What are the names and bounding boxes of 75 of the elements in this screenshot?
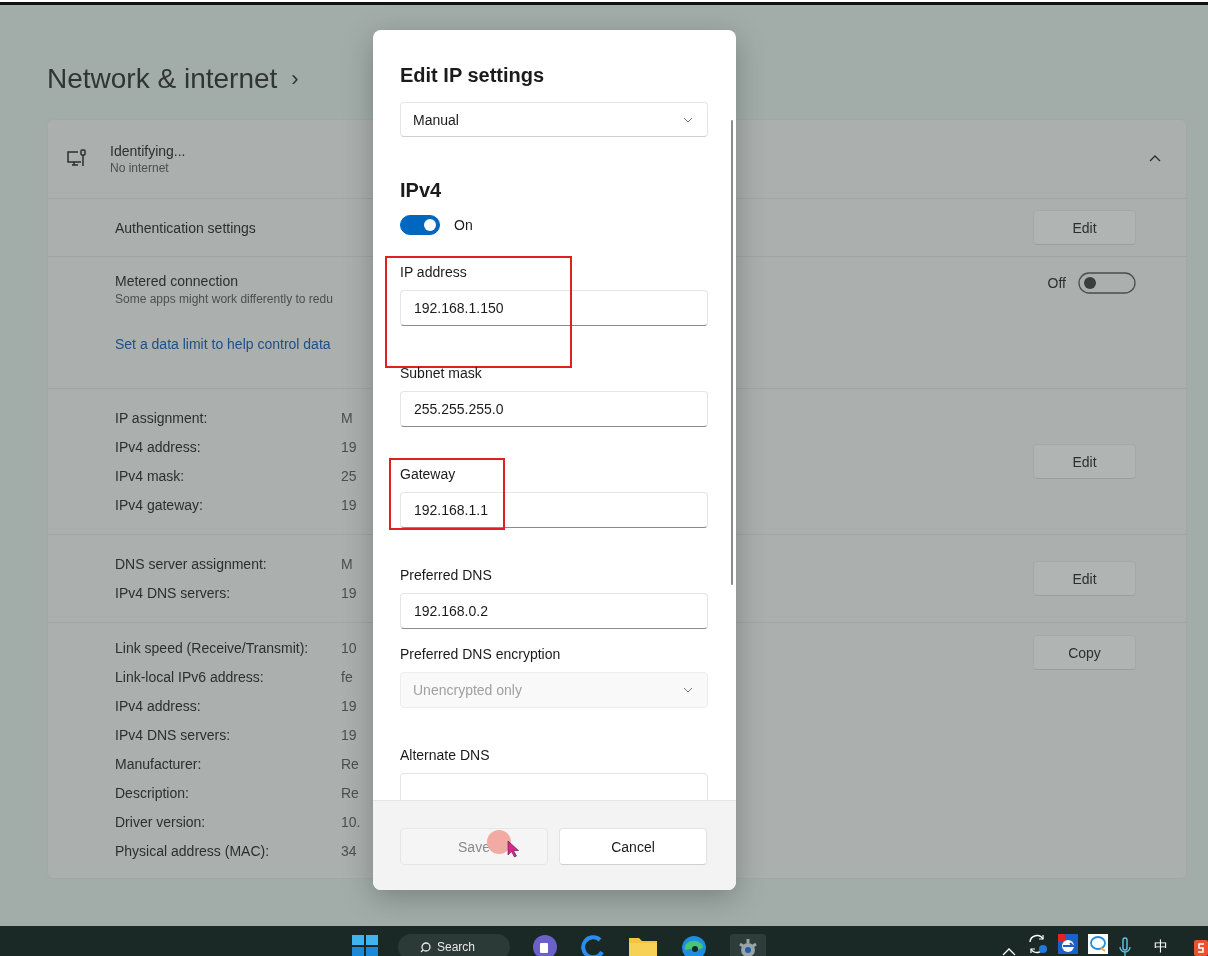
search-icon	[420, 941, 431, 953]
mode-dropdown[interactable]: Manual	[400, 102, 708, 137]
edit-button[interactable]: Edit	[1033, 444, 1136, 479]
property-value: 25	[341, 467, 357, 486]
property-label: Manufacturer:	[115, 755, 202, 774]
windows-logo-icon[interactable]	[352, 934, 378, 956]
property-value: 10.	[341, 813, 361, 832]
property-label: Driver version:	[115, 813, 206, 832]
property-label: Description:	[115, 784, 189, 803]
property-value: M	[341, 409, 353, 428]
toggle-switch[interactable]	[1078, 272, 1136, 294]
field-label: Gateway	[400, 465, 457, 484]
dialog-title: Edit IP settings	[400, 63, 546, 88]
property-value: fe	[341, 668, 353, 687]
network-status: No internet	[110, 161, 170, 175]
field-label: Preferred DNS encryption	[400, 645, 562, 664]
breadcrumb-chevron: ›	[291, 66, 299, 92]
property-value: 19	[341, 584, 357, 603]
cancel-button[interactable]: Cancel	[559, 828, 707, 865]
property-value: 19	[341, 438, 357, 457]
edit-button[interactable]: Edit	[1033, 210, 1136, 245]
caret-icon	[683, 116, 693, 123]
edit-button[interactable]: Edit	[1033, 561, 1136, 596]
toggle-switch[interactable]	[400, 215, 440, 235]
property-value: M	[341, 555, 353, 574]
page-title: Network & internet	[47, 63, 278, 95]
toggle-state-label: Off	[1047, 275, 1066, 291]
copy-button[interactable]: Copy	[1033, 635, 1136, 670]
chat-bubble-icon[interactable]	[1088, 934, 1108, 954]
property-value: 34	[341, 842, 357, 861]
property-value: 19	[341, 726, 357, 745]
input-field[interactable]: 255.255.255.0	[400, 391, 708, 427]
property-label: DNS server assignment:	[115, 555, 267, 574]
property-label: Link speed (Receive/Transmit):	[115, 639, 309, 658]
sync-icon[interactable]	[1026, 934, 1048, 954]
chat-app-icon[interactable]	[532, 934, 558, 956]
scrollbar-thumb[interactable]	[731, 120, 733, 585]
input-field[interactable]: 192.168.0.2	[400, 593, 708, 629]
input-field[interactable]: 192.168.1.1	[400, 492, 708, 528]
property-label: IPv4 DNS servers:	[115, 726, 231, 745]
property-label: IPv4 DNS servers:	[115, 584, 231, 603]
field-label: Preferred DNS	[400, 566, 493, 585]
property-label: IPv4 mask:	[115, 467, 185, 486]
dropdown-value: Manual	[413, 111, 459, 128]
ring-app-icon[interactable]	[580, 934, 606, 956]
setting-label: Metered connection	[115, 273, 239, 289]
field-label: IP address	[400, 263, 468, 282]
section-heading: IPv4	[400, 178, 443, 203]
setting-description: Some apps might work differently to redu	[115, 292, 334, 306]
setting-label: Authentication settings	[115, 219, 256, 236]
property-value: Re	[341, 755, 359, 774]
field-label: Subnet mask	[400, 364, 483, 383]
network-name: Identifying...	[110, 143, 187, 159]
property-label: Link-local IPv6 address:	[115, 668, 264, 687]
property-value: 10	[341, 639, 357, 658]
property-label: IPv4 gateway:	[115, 496, 203, 515]
caret-icon	[683, 687, 693, 693]
dropdown-value: Unencrypted only	[413, 682, 522, 698]
microphone-icon[interactable]	[1118, 934, 1132, 956]
property-value: 19	[341, 697, 357, 716]
search-placeholder: Search	[437, 940, 476, 954]
property-label: IPv4 address:	[115, 697, 201, 716]
toggle-state-label: On	[454, 217, 473, 233]
property-value: 19	[341, 496, 357, 515]
app-tray-icon[interactable]	[1058, 934, 1078, 954]
swirl-app-icon[interactable]	[680, 934, 708, 956]
input-method-indicator[interactable]: 中	[1154, 937, 1168, 955]
search-box[interactable]: Search	[398, 934, 510, 956]
input-field[interactable]: 192.168.1.150	[400, 290, 708, 326]
property-label: Physical address (MAC):	[115, 842, 270, 861]
property-value: Re	[341, 784, 359, 803]
property-label: IP assignment:	[115, 409, 208, 428]
property-label: IPv4 address:	[115, 438, 201, 457]
field-label: Alternate DNS	[400, 746, 491, 765]
data-limit-link[interactable]: Set a data limit to help control data	[115, 336, 331, 352]
